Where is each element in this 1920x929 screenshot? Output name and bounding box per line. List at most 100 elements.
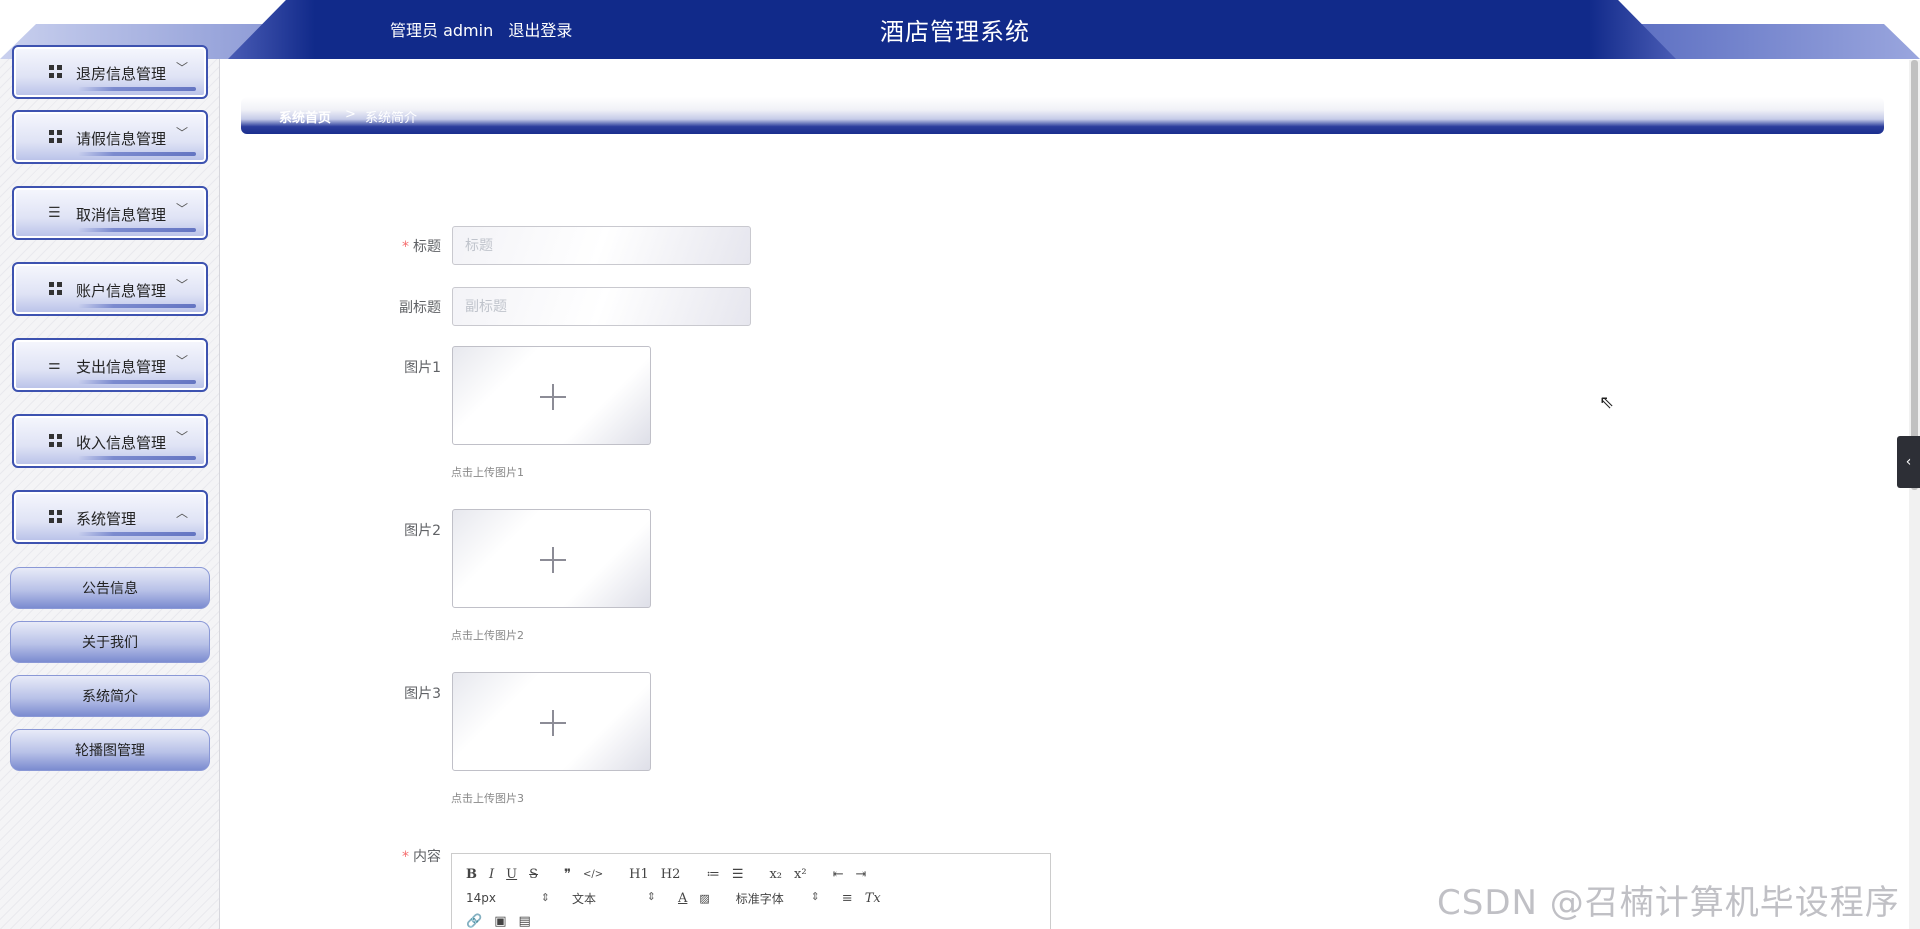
plus-icon — [540, 384, 566, 410]
image-icon[interactable]: ▣ — [494, 914, 506, 929]
grid-icon — [48, 281, 64, 297]
content-label-text: 内容 — [413, 849, 441, 865]
submenu-notice[interactable]: 公告信息 — [10, 567, 210, 609]
title-label-text: 标题 — [413, 239, 441, 255]
sidebar-item-account[interactable]: 账户信息管理 ﹀ — [12, 262, 208, 316]
subtitle-input[interactable] — [452, 287, 751, 326]
sidebar-item-label: 请假信息管理 — [76, 130, 167, 148]
chevron-down-icon: ﹀ — [175, 202, 188, 216]
submenu-system-intro[interactable]: 系统简介 — [10, 675, 210, 717]
sidebar-item-system[interactable]: 系统管理 ︿ — [12, 490, 208, 544]
background-color-icon[interactable]: ▨ — [699, 892, 709, 905]
sliders-icon: ⚌ — [48, 357, 61, 373]
submenu-carousel[interactable]: 轮播图管理 — [10, 729, 210, 771]
required-mark: * — [402, 849, 409, 865]
chevron-up-icon: ︿ — [175, 506, 188, 520]
menu-decoration — [78, 532, 196, 536]
image1-hint: 点击上传图片1 — [451, 466, 524, 479]
rich-text-editor[interactable]: B I U S ❞ </> H1 H2 ≔ ☰ x₂ x² ⇤ ⇥ 14px 文… — [451, 853, 1051, 929]
breadcrumb-current: 系统简介 — [365, 111, 418, 126]
grid-icon — [48, 509, 64, 525]
sidebar-item-expense[interactable]: ⚌ 支出信息管理 ﹀ — [12, 338, 208, 392]
logout-link[interactable]: 退出登录 — [508, 21, 572, 40]
sidebar-item-label: 支出信息管理 — [76, 358, 167, 376]
sidebar-item-label: 账户信息管理 — [76, 282, 167, 300]
chevron-down-icon: ﹀ — [175, 354, 188, 368]
sidebar-item-label: 系统管理 — [76, 510, 137, 528]
subtitle-label: 副标题 — [399, 300, 441, 316]
align-icon[interactable]: ≡ — [842, 891, 853, 906]
indent-button[interactable]: ⇥ — [855, 867, 866, 882]
sidebar: 退房信息管理 ﹀ 请假信息管理 ﹀ ☰ 取消信息管理 ﹀ 账户信息管理 ﹀ ⚌ … — [0, 45, 220, 929]
outdent-button[interactable]: ⇤ — [833, 867, 844, 882]
clear-format-icon[interactable]: Tx — [865, 891, 881, 906]
scrollbar-thumb[interactable] — [1911, 60, 1918, 490]
strike-button[interactable]: S — [529, 867, 538, 882]
subscript-button[interactable]: x₂ — [769, 867, 782, 882]
menu-decoration — [78, 228, 196, 232]
menu-decoration — [78, 304, 196, 308]
image2-label: 图片2 — [404, 523, 441, 539]
sidebar-item-label: 收入信息管理 — [76, 434, 167, 452]
sidebar-item-cancel[interactable]: ☰ 取消信息管理 ﹀ — [12, 186, 208, 240]
chevron-down-icon: ﹀ — [175, 278, 188, 292]
image1-label: 图片1 — [404, 360, 441, 376]
code-button[interactable]: </> — [583, 869, 603, 880]
font-size-select[interactable]: 14px — [466, 891, 556, 905]
plus-icon — [540, 547, 566, 573]
font-color-icon[interactable]: A — [678, 891, 687, 906]
grid-icon — [48, 64, 64, 80]
chevron-down-icon: ﹀ — [175, 126, 188, 140]
sidebar-item-label: 取消信息管理 — [76, 206, 167, 224]
editor-toolbar-row1: B I U S ❞ </> H1 H2 ≔ ☰ x₂ x² ⇤ ⇥ — [466, 864, 878, 884]
app-title: 酒店管理系统 — [880, 18, 1030, 46]
top-header: 管理员 admin 退出登录 酒店管理系统 — [0, 0, 1920, 59]
sidebar-item-checkout[interactable]: 退房信息管理 ﹀ — [12, 45, 208, 99]
chevron-down-icon: ﹀ — [175, 430, 188, 444]
editor-toolbar-row3: 🔗 ▣ ▤ — [466, 911, 543, 929]
image3-label: 图片3 — [404, 686, 441, 702]
underline-button[interactable]: U — [506, 867, 517, 882]
breadcrumb-home[interactable]: 系统首页 — [279, 107, 331, 126]
plus-icon — [540, 710, 566, 736]
sidebar-item-leave[interactable]: 请假信息管理 ﹀ — [12, 110, 208, 164]
text-style-select[interactable]: 文本 — [572, 890, 662, 907]
font-family-select[interactable]: 标准字体 — [736, 890, 826, 907]
h1-button[interactable]: H1 — [629, 867, 649, 882]
superscript-button[interactable]: x² — [794, 867, 807, 882]
bullet-list-button[interactable]: ☰ — [732, 867, 744, 882]
title-label: * 标题 — [341, 236, 441, 256]
submenu-about-us[interactable]: 关于我们 — [10, 621, 210, 663]
menu-decoration — [78, 87, 196, 91]
ordered-list-button[interactable]: ≔ — [706, 867, 719, 882]
video-icon[interactable]: ▤ — [518, 914, 530, 929]
italic-button[interactable]: I — [489, 867, 494, 882]
image3-upload[interactable] — [452, 672, 651, 771]
image1-upload[interactable] — [452, 346, 651, 445]
sidebar-item-income[interactable]: 收入信息管理 ﹀ — [12, 414, 208, 468]
chevron-left-icon[interactable]: ‹ — [1897, 436, 1920, 488]
image2-hint: 点击上传图片2 — [451, 629, 524, 642]
bold-button[interactable]: B — [466, 867, 477, 882]
quote-button[interactable]: ❞ — [564, 867, 571, 882]
user-info: 管理员 admin 退出登录 — [390, 17, 582, 41]
grid-icon — [48, 433, 64, 449]
title-input[interactable] — [452, 226, 751, 265]
list-icon: ☰ — [48, 205, 61, 221]
mouse-cursor-icon: ⇖ — [1599, 392, 1615, 413]
link-icon[interactable]: 🔗 — [466, 914, 482, 929]
image2-upload[interactable] — [452, 509, 651, 608]
watermark: CSDN @召楠计算机毕设程序 — [1437, 883, 1900, 923]
admin-role-label: 管理员 admin — [390, 21, 494, 40]
required-mark: * — [402, 239, 409, 255]
content-label: * 内容 — [341, 846, 441, 866]
menu-decoration — [78, 152, 196, 156]
h2-button[interactable]: H2 — [661, 867, 681, 882]
editor-toolbar-row2: 14px 文本 A ▨ 标准字体 ≡ Tx — [466, 888, 893, 908]
menu-decoration — [78, 380, 196, 384]
grid-icon — [48, 129, 64, 145]
menu-decoration — [78, 456, 196, 460]
sidebar-item-label: 退房信息管理 — [76, 65, 167, 83]
breadcrumb: 系统首页 > 系统简介 — [241, 97, 1884, 134]
image3-hint: 点击上传图片3 — [451, 792, 524, 805]
